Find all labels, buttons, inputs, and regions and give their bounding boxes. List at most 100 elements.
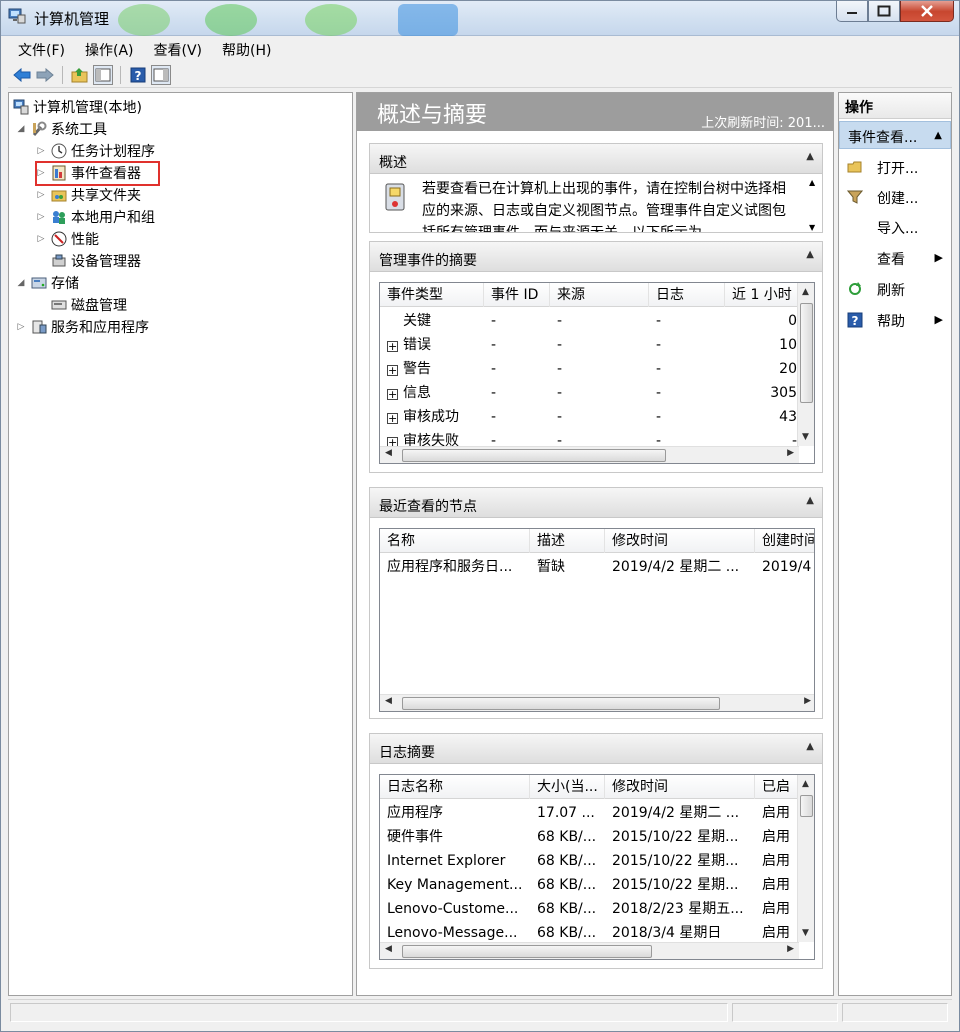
scroll-thumb[interactable] [402,945,652,958]
menu-file[interactable]: 文件(F) [8,40,75,60]
minimize-button[interactable] [836,0,868,22]
collapsed-arrow-icon[interactable]: ▷ [35,146,47,156]
action-help[interactable]: ? 帮助 ▶ [839,308,951,332]
scroll-down-icon[interactable]: ▼ [802,432,809,442]
tree-item-shared-folders[interactable]: ▷ 共享文件夹 [35,184,141,206]
action-view[interactable]: 查看 ▶ [839,246,951,270]
collapsed-arrow-icon[interactable]: ▷ [35,234,47,244]
column-header[interactable]: 日志名称 [380,775,530,799]
show-hide-tree-button[interactable] [93,65,113,85]
column-header[interactable]: 事件类型 [380,283,484,307]
scroll-thumb[interactable] [800,795,813,817]
table-row[interactable]: 应用程序 17.07 ... 2019/4/2 星期二 ... 启用 [380,801,800,825]
collapse-icon[interactable]: ▲ [806,151,814,162]
overview-scrollbar[interactable]: ▲ ▼ [806,178,820,232]
vertical-scrollbar[interactable]: ▲ ▼ [797,775,814,942]
actions-group-header[interactable]: 事件查看... ▲ [839,121,951,149]
collapsed-arrow-icon[interactable]: ▷ [15,322,27,332]
scroll-up-icon[interactable]: ▲ [809,178,815,187]
table-row[interactable]: + 警告 - - - 20 [380,357,799,381]
action-open[interactable]: 打开... [839,155,951,179]
scroll-down-icon[interactable]: ▼ [809,223,815,232]
scroll-left-icon[interactable]: ◀ [385,696,392,706]
table-row[interactable]: + 审核成功 - - - 43 [380,405,799,429]
scroll-thumb[interactable] [402,697,720,710]
action-create[interactable]: 创建... [839,185,951,209]
scroll-thumb[interactable] [800,303,813,403]
column-header[interactable]: 修改时间 [605,529,755,553]
section-header[interactable]: 日志摘要 ▲ [370,734,822,764]
collapse-icon[interactable]: ▲ [806,495,814,506]
horizontal-scrollbar[interactable]: ◀ ▶ [380,446,799,463]
collapse-icon[interactable]: ▲ [806,249,814,260]
horizontal-scrollbar[interactable]: ◀ ▶ [380,694,814,711]
show-action-pane-button[interactable] [151,65,171,85]
scroll-down-icon[interactable]: ▼ [802,928,809,938]
column-header[interactable]: 事件 ID [484,283,550,307]
tree-item-disk-management[interactable]: 磁盘管理 [51,294,127,316]
menu-help[interactable]: 帮助(H) [212,40,281,60]
table-row[interactable]: Key Management... 68 KB/... 2015/10/22 星期.… [380,873,800,897]
expand-icon[interactable]: + [387,341,398,352]
close-button[interactable] [900,0,954,22]
column-header[interactable]: 近 1 小时 [725,283,800,307]
table-row[interactable]: + 错误 - - - 10 [380,333,799,357]
column-header[interactable]: 创建时间 [755,529,814,553]
action-import[interactable]: 导入... [839,215,951,239]
expand-icon[interactable]: + [387,365,398,376]
column-header[interactable]: 修改时间 [605,775,755,799]
collapse-icon[interactable]: ▲ [934,130,942,141]
table-row[interactable]: + 信息 - - - 305 [380,381,799,405]
column-header[interactable]: 描述 [530,529,605,553]
action-refresh[interactable]: 刷新 [839,277,951,301]
menu-action[interactable]: 操作(A) [75,40,144,60]
column-header[interactable]: 已启 [755,775,800,799]
vertical-scrollbar[interactable]: ▲ ▼ [797,283,814,446]
section-header[interactable]: 最近查看的节点 ▲ [370,488,822,518]
tree-item-performance[interactable]: ▷ 性能 [35,228,99,250]
table-row[interactable]: Lenovo-Custome... 68 KB/... 2018/2/23 星期五.… [380,897,800,921]
scroll-left-icon[interactable]: ◀ [385,448,392,458]
table-row[interactable]: 硬件事件 68 KB/... 2015/10/22 星期... 启用 [380,825,800,849]
scroll-up-icon[interactable]: ▲ [802,779,809,789]
back-button[interactable] [12,65,32,85]
tree-item-task-scheduler[interactable]: ▷ 任务计划程序 [35,140,155,162]
scroll-right-icon[interactable]: ▶ [787,944,794,954]
tree-item-system-tools[interactable]: ◢ 系统工具 [15,118,107,140]
table-row[interactable]: Internet Explorer 68 KB/... 2015/10/22 星期.… [380,849,800,873]
scroll-up-icon[interactable]: ▲ [802,287,809,297]
column-header[interactable]: 大小(当... [530,775,605,799]
tree-item-services-applications[interactable]: ▷ 服务和应用程序 [15,316,149,338]
up-level-button[interactable] [70,65,90,85]
tree-item-local-users-groups[interactable]: ▷ 本地用户和组 [35,206,155,228]
scroll-right-icon[interactable]: ▶ [787,448,794,458]
scroll-right-icon[interactable]: ▶ [804,696,811,706]
collapsed-arrow-icon[interactable]: ▷ [35,190,47,200]
column-header[interactable]: 日志 [649,283,725,307]
expanded-arrow-icon[interactable]: ◢ [15,278,27,288]
horizontal-scrollbar[interactable]: ◀ ▶ [380,942,799,959]
table-row[interactable]: 应用程序和服务日... 暂缺 2019/4/2 星期二 ... 2019/4 [380,555,814,579]
expand-icon[interactable]: + [387,413,398,424]
collapse-icon[interactable]: ▲ [806,741,814,752]
collapsed-arrow-icon[interactable]: ▷ [35,212,47,222]
expand-icon[interactable]: + [387,389,398,400]
tree-item-device-manager[interactable]: 设备管理器 [51,250,141,272]
scroll-left-icon[interactable]: ◀ [385,944,392,954]
table-cell: 2019/4 [755,555,814,579]
column-header[interactable]: 名称 [380,529,530,553]
forward-button[interactable] [35,65,55,85]
tree-item-storage[interactable]: ◢ 存储 [15,272,79,294]
table-row[interactable]: 关键 - - - 0 [380,309,799,333]
tree-item-computer-management[interactable]: 计算机管理(本地) [13,96,142,118]
maximize-button[interactable] [868,0,900,22]
column-header[interactable]: 来源 [550,283,649,307]
section-header[interactable]: 管理事件的摘要 ▲ [370,242,822,272]
cell-text: 应用程序 [387,805,443,821]
cell-text: - [491,385,497,401]
section-header[interactable]: 概述 ▲ [370,144,822,174]
expanded-arrow-icon[interactable]: ◢ [15,124,27,134]
scroll-thumb[interactable] [402,449,666,462]
help-button[interactable]: ? [128,65,148,85]
menu-view[interactable]: 查看(V) [144,40,213,60]
